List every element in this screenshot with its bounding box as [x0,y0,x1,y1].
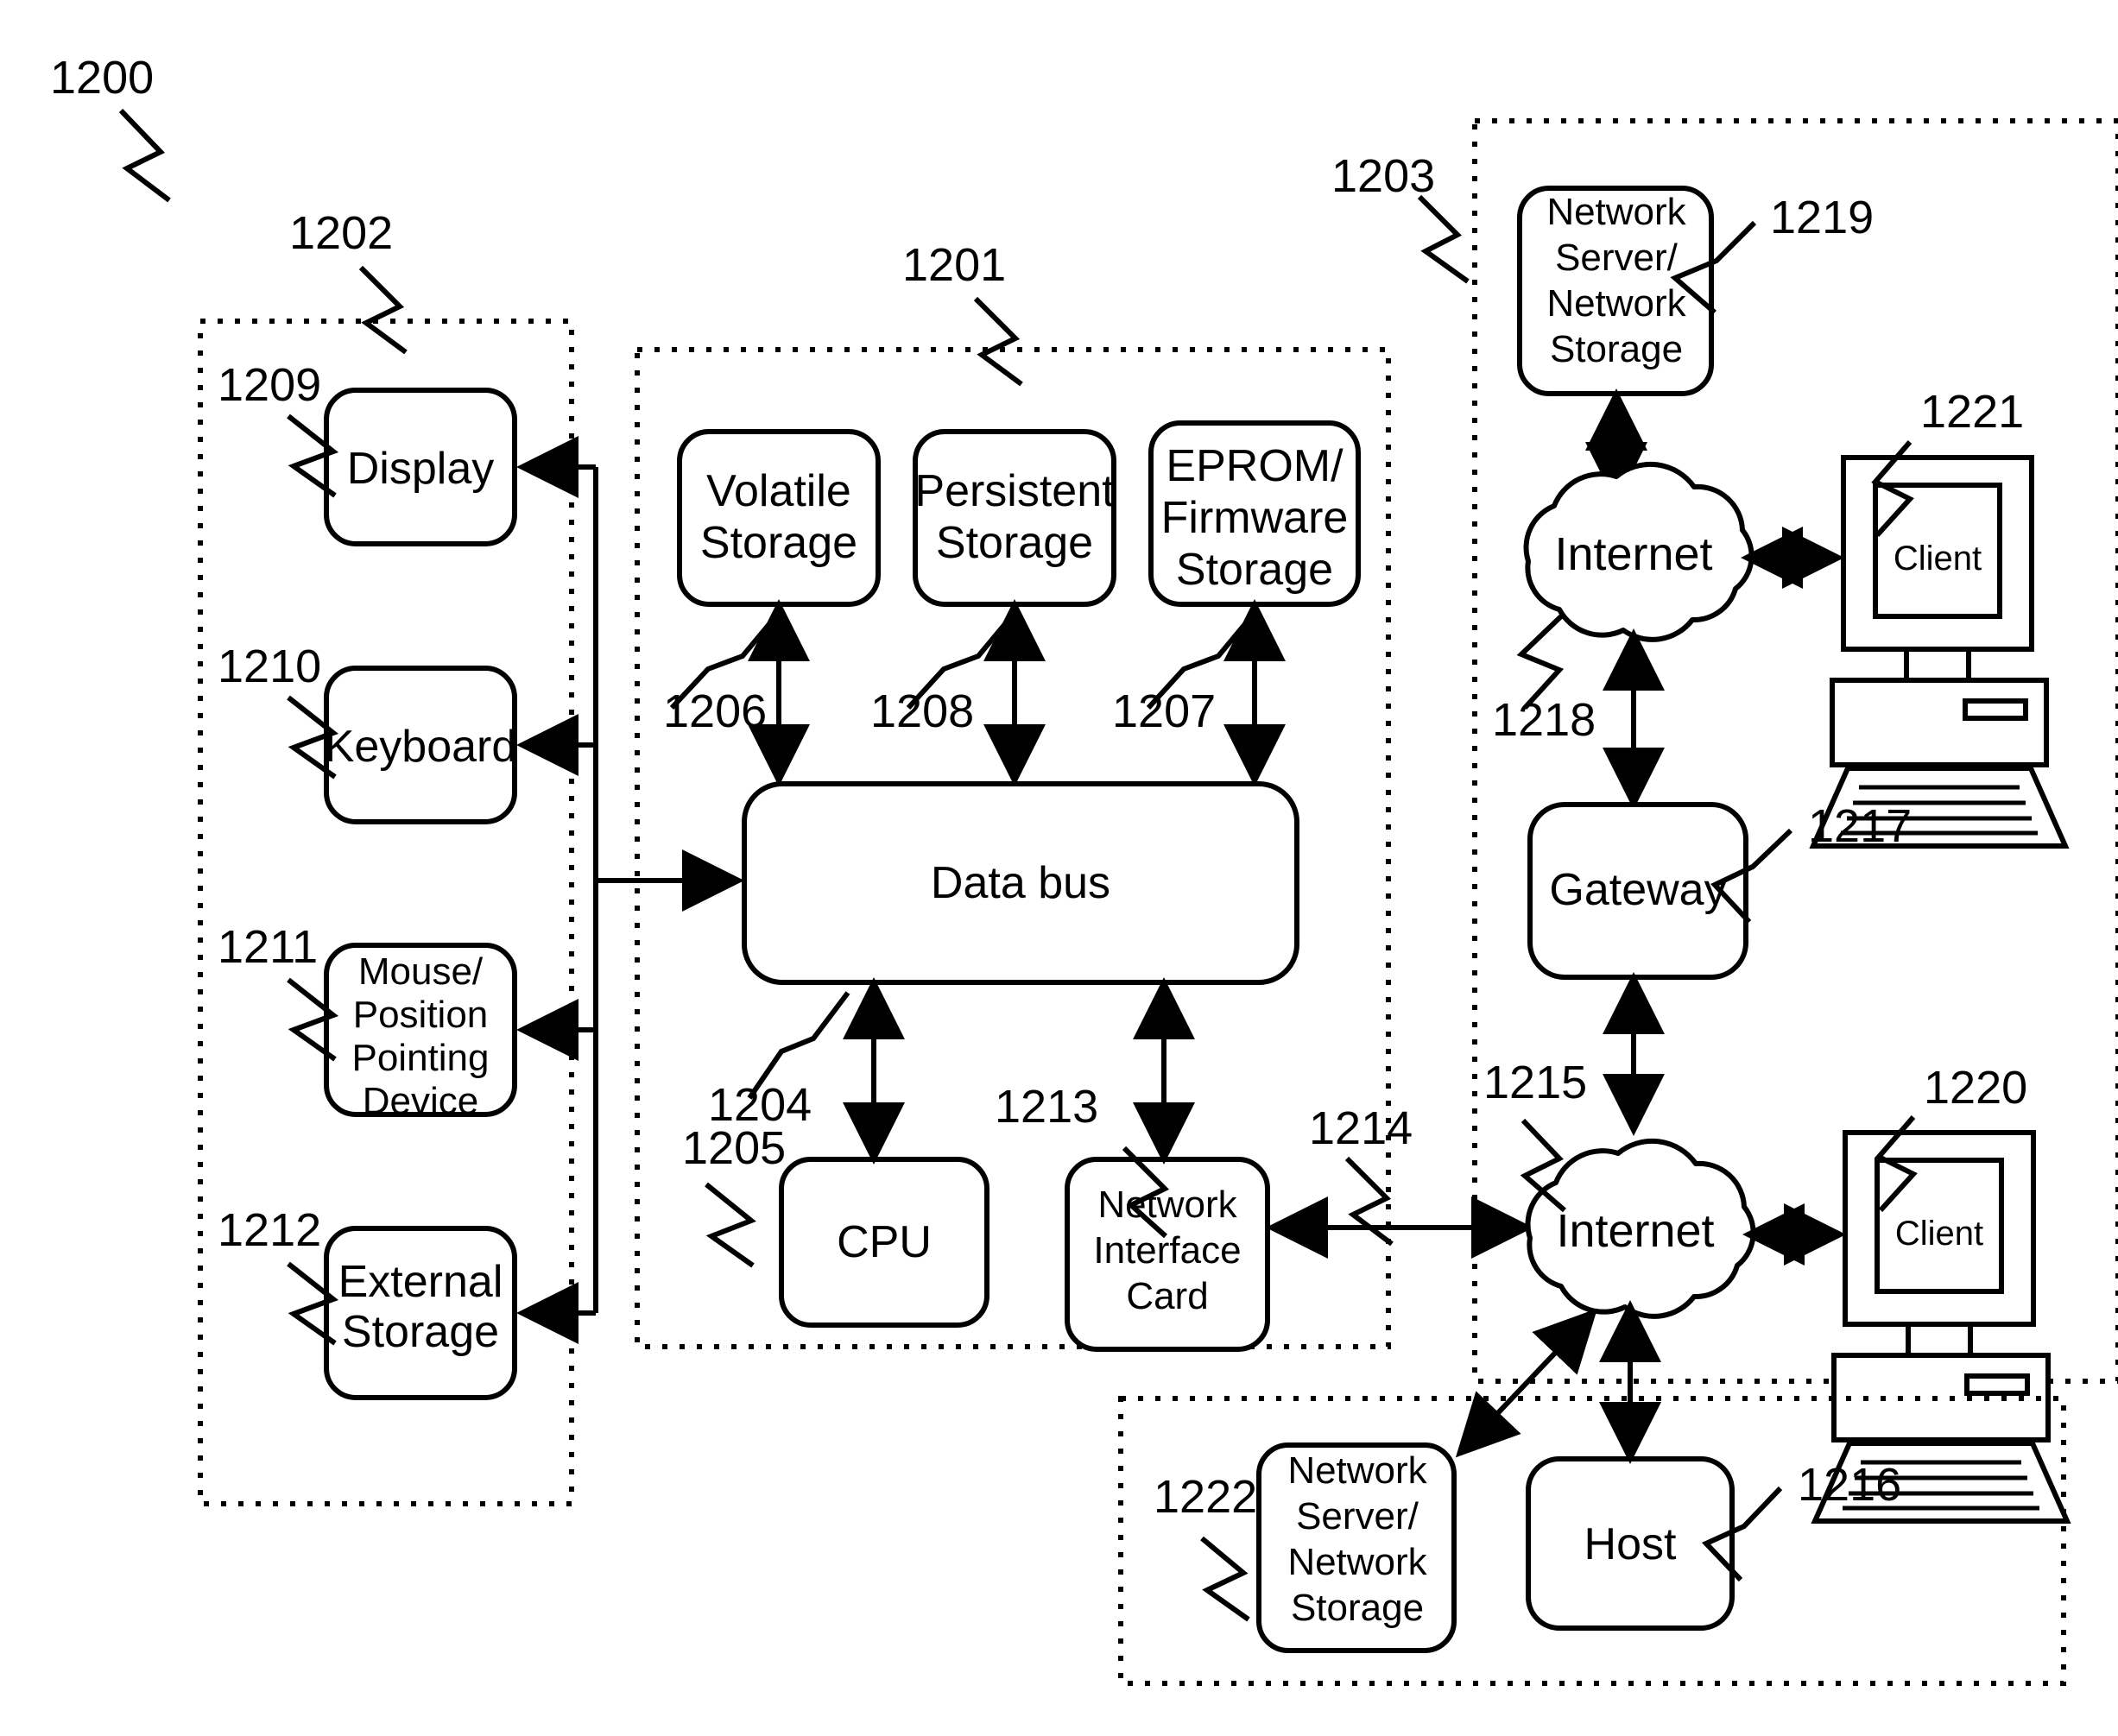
leader-bolt-1203 [1417,194,1470,284]
client-top-label: Client [1894,540,1982,578]
internet-top-ref: 1218 [1492,694,1596,746]
cpu-label: CPU [837,1217,932,1267]
client-top-drive-slot [1963,698,2028,721]
internet-bottom-label: Internet [1556,1205,1714,1257]
nic-ref: 1213 [995,1081,1098,1133]
leader-bolt-1222 [1200,1536,1250,1622]
network-server-top-ref: 1219 [1770,192,1874,243]
eprom-storage-label-line2: Firmware [1161,493,1349,543]
eprom-storage-ref: 1207 [1112,685,1216,737]
client-bottom-monitor-stand [1906,1322,1973,1358]
mouse-label-line2: Position [353,994,489,1036]
client-bottom-drive-slot [1964,1373,2030,1396]
panel-1201-ref: 1201 [902,239,1006,291]
leader-bolt-1205 [705,1182,756,1268]
cpu-ref: 1205 [682,1122,786,1174]
gateway-label: Gateway [1549,865,1726,915]
nic-internet-ref: 1214 [1309,1102,1413,1154]
client-top-monitor-stand [1904,647,1971,683]
eprom-storage-label-line1: EPROM/ [1166,441,1344,491]
internet-top-label: Internet [1554,528,1712,580]
network-server-bottom-ref: 1222 [1154,1471,1257,1523]
mouse-label-line3: Pointing [351,1037,489,1079]
network-server-bottom-line4: Storage [1291,1587,1424,1629]
display-ref: 1209 [218,359,321,411]
keyboard-ref: 1210 [218,641,321,692]
client-bottom-label: Client [1895,1215,1983,1253]
volatile-storage-label-line1: Volatile [706,466,851,516]
external-storage-ref: 1212 [218,1204,321,1256]
network-server-bottom-line3: Network [1287,1541,1427,1583]
host-ref: 1216 [1798,1459,1901,1511]
network-server-bottom-line2: Server/ [1296,1495,1419,1537]
keyboard-label: Keyboard [325,722,517,772]
data-bus-label: Data bus [931,858,1110,908]
host-label: Host [1584,1519,1677,1569]
internet-top-cloud[interactable]: Internet [1523,461,1754,642]
persistent-storage-label-line1: Persistent [914,466,1115,516]
persistent-storage-ref: 1208 [870,685,974,737]
volatile-storage-label-line2: Storage [700,518,857,568]
volatile-storage-ref: 1206 [663,685,767,737]
network-server-top-line4: Storage [1550,328,1683,370]
leader-bolt-1202 [358,265,408,355]
external-storage-label-line2: Storage [342,1307,499,1357]
network-server-top-line3: Network [1546,282,1686,325]
leader-bolt-1214 [1344,1156,1394,1247]
mouse-label-line1: Mouse/ [358,950,484,993]
client-top-computer[interactable]: Client [1809,455,2070,849]
leader-bolt-1200 [118,108,171,203]
nic-label-line2: Interface [1093,1229,1241,1272]
display-label: Display [347,444,495,494]
internet-bottom-cloud[interactable]: Internet [1525,1138,1756,1319]
network-server-bottom-line1: Network [1287,1449,1427,1492]
persistent-storage-label-line2: Storage [936,518,1093,568]
external-storage-label-line1: External [338,1257,503,1307]
panel-1203-ref: 1203 [1331,150,1435,202]
figure-number: 1200 [50,52,154,104]
internet-bottom-ref: 1215 [1483,1057,1587,1108]
mouse-label-line4: Device [363,1080,479,1122]
figure-canvas: 1200 1202 Display 1209 Keyboard 1210 Mou… [50,52,2118,1686]
leader-bolt-1201 [973,296,1023,387]
nic-label-line3: Card [1126,1275,1208,1317]
eprom-storage-label-line3: Storage [1176,545,1333,595]
client-bottom-ref: 1220 [1924,1062,2027,1114]
network-server-top-line2: Server/ [1555,237,1679,279]
client-top-tower [1830,678,2049,767]
client-top-ref: 1221 [1920,386,2024,438]
mouse-ref: 1211 [218,921,318,973]
patent-figure-root: 1200 1202 Display 1209 Keyboard 1210 Mou… [0,0,2118,1736]
gateway-ref: 1217 [1808,800,1912,852]
panel-1202-ref: 1202 [289,207,393,259]
network-server-top-line1: Network [1546,191,1686,233]
